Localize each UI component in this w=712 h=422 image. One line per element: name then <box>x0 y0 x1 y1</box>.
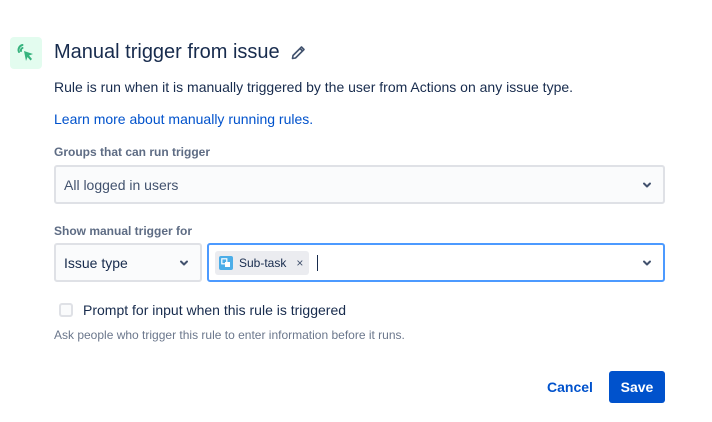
cursor-click-icon <box>17 44 33 61</box>
chevron-down-icon <box>641 179 653 191</box>
cancel-button[interactable]: Cancel <box>539 371 601 403</box>
page-title-text: Manual trigger from issue <box>54 41 280 63</box>
groups-select[interactable]: All logged in users <box>54 165 665 204</box>
rule-description: Rule is run when it is manually triggere… <box>54 79 574 95</box>
issue-type-multiselect[interactable]: Sub-task × <box>207 243 665 282</box>
prompt-input-row: Prompt for input when this rule is trigg… <box>59 302 346 318</box>
prompt-input-label[interactable]: Prompt for input when this rule is trigg… <box>83 302 346 318</box>
subtask-tag: Sub-task × <box>215 250 310 275</box>
chevron-down-icon <box>178 257 190 269</box>
prompt-input-checkbox[interactable] <box>59 303 73 317</box>
subtask-tag-label: Sub-task <box>239 255 287 270</box>
save-button[interactable]: Save <box>609 371 665 403</box>
subtask-icon <box>219 255 233 270</box>
remove-tag-icon[interactable]: × <box>292 256 303 270</box>
pencil-icon[interactable] <box>290 45 306 61</box>
trigger-icon <box>10 37 42 69</box>
issue-type-select-value: Issue type <box>64 254 128 271</box>
groups-select-value: All logged in users <box>64 176 179 193</box>
text-cursor <box>317 254 319 271</box>
show-trigger-label: Show manual trigger for <box>54 224 193 238</box>
groups-label: Groups that can run trigger <box>54 145 211 159</box>
issue-type-select[interactable]: Issue type <box>54 243 202 282</box>
prompt-helper-text: Ask people who trigger this rule to ente… <box>54 328 405 342</box>
chevron-down-icon <box>641 257 653 269</box>
page-title: Manual trigger from issue <box>54 41 306 64</box>
learn-more-link[interactable]: Learn more about manually running rules. <box>54 111 313 127</box>
